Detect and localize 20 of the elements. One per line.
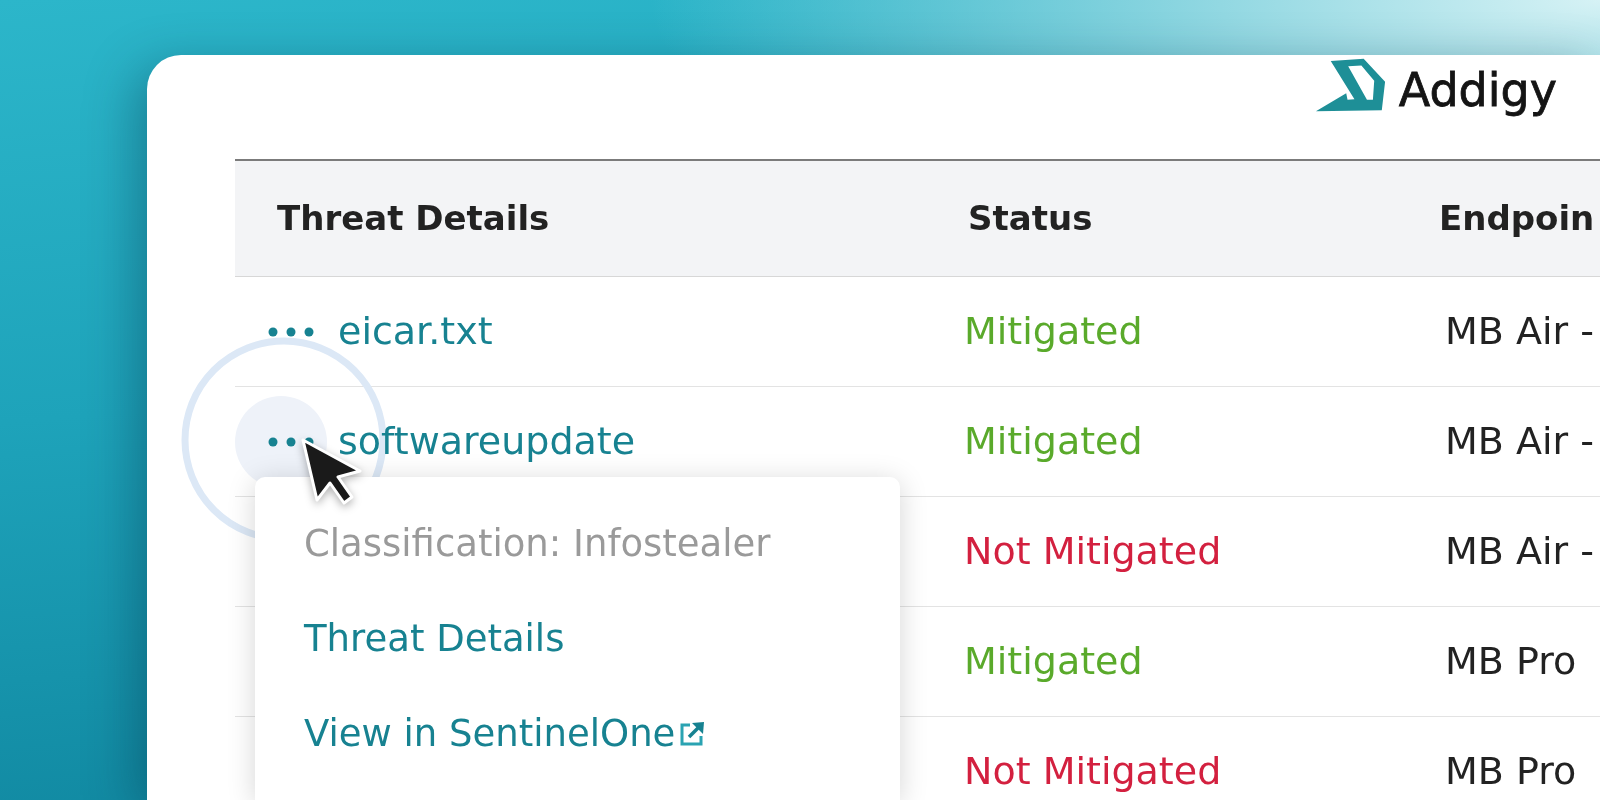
classification-label: Classification: Infostealer	[304, 522, 771, 567]
column-header: Endpoin	[1439, 198, 1595, 238]
threat-link[interactable]: softwareupdate	[338, 418, 636, 465]
endpoint-text: MB Air -	[1445, 308, 1594, 353]
external-link-icon	[678, 720, 707, 749]
status-text: Not Mitigated	[964, 528, 1222, 573]
endpoint-text: MB Air -	[1445, 418, 1594, 463]
threat-link[interactable]: eicar.txt	[338, 308, 493, 355]
column-header: Threat Details	[277, 198, 550, 238]
status-text: Mitigated	[964, 308, 1143, 353]
status-text: Not Mitigated	[964, 748, 1222, 793]
column-header: Status	[968, 198, 1093, 238]
status-text: Mitigated	[964, 638, 1143, 683]
menu-link[interactable]: Threat Details	[304, 617, 565, 662]
menu-link[interactable]: View in SentinelOne	[304, 712, 707, 757]
more-icon[interactable]	[268, 326, 314, 337]
status-text: Mitigated	[964, 418, 1143, 463]
endpoint-text: MB Pro	[1445, 638, 1577, 683]
endpoint-text: MB Pro	[1445, 748, 1577, 793]
endpoint-text: MB Air -	[1445, 528, 1594, 573]
